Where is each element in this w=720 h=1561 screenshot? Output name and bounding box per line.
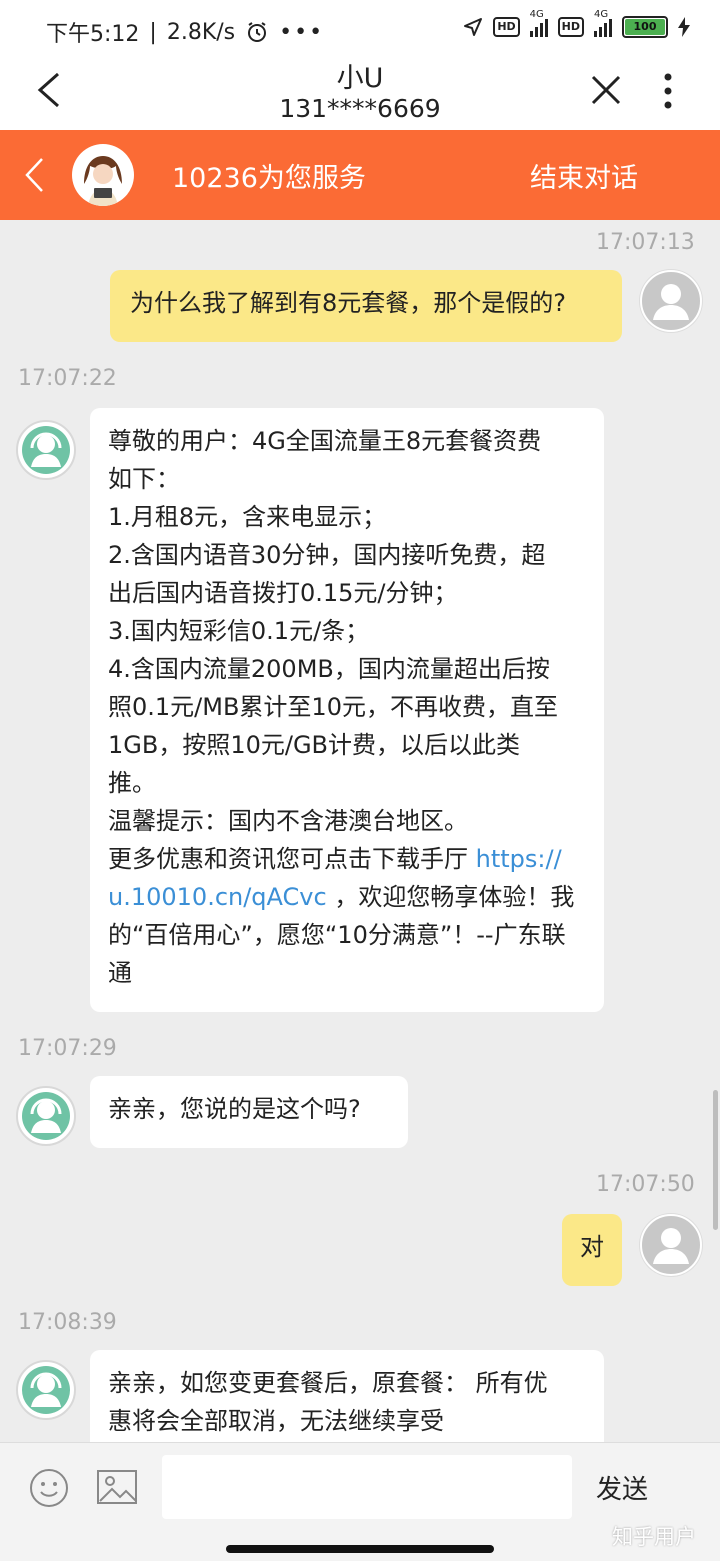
more-notifications-icon: ••• [279, 19, 325, 45]
emoji-icon[interactable] [28, 1467, 70, 1509]
message-line: 2.含国内语音30分钟，国内接听免费，超 [108, 541, 546, 569]
alarm-icon [248, 22, 267, 42]
timestamp: 17:07:29 [18, 1036, 117, 1061]
agent-avatar [16, 1086, 76, 1146]
message-text: 更多优惠和资讯您可点击下载手厅 [108, 845, 476, 873]
timestamp: 17:07:13 [596, 230, 695, 255]
agent-message-bubble: 亲亲，如您变更套餐后，原套餐： 所有优 惠将会全部取消，无法继续享受 [90, 1350, 604, 1442]
image-icon[interactable] [96, 1469, 138, 1505]
agent-avatar [16, 420, 76, 480]
battery-icon: 100 [622, 16, 668, 38]
chat-scrollbar[interactable] [713, 1090, 718, 1230]
home-indicator[interactable] [226, 1545, 494, 1553]
message-line: 如下： [108, 465, 180, 493]
user-silhouette-icon [653, 1228, 689, 1264]
message-line: 推。 [108, 769, 156, 797]
headset-agent-icon [22, 1366, 70, 1414]
service-title: 10236为您服务 [172, 163, 366, 194]
headset-agent-icon [22, 426, 70, 474]
message-line: 惠将会全部取消，无法继续享受 [108, 1407, 444, 1435]
download-link[interactable]: u.10010.cn/qACvc [108, 883, 327, 911]
charging-icon [678, 17, 690, 37]
signal-icon-1: 4G [529, 9, 548, 37]
message-line: 4.含国内流量200MB，国内流量超出后按 [108, 655, 550, 683]
service-bar: 10236为您服务 结束对话 [0, 130, 720, 220]
timestamp: 17:07:22 [18, 366, 117, 391]
message-line: 更多优惠和资讯您可点击下载手厅 https:// [108, 840, 586, 878]
service-agent-avatar [72, 144, 134, 206]
message-line: 尊敬的用户：4G全国流量王8元套餐资费 [108, 427, 542, 455]
end-conversation-button[interactable]: 结束对话 [530, 156, 638, 195]
hd-badge-2: HD [557, 17, 584, 37]
status-left: 下午5:12 | 2.8K/s ••• [46, 16, 324, 48]
close-icon[interactable] [590, 74, 622, 106]
user-avatar [640, 1214, 702, 1276]
hd-badge-1: HD [493, 17, 520, 37]
more-vertical-icon[interactable] [662, 72, 674, 110]
download-link[interactable]: https:// [476, 845, 562, 873]
watermark: 知乎用户 [612, 1525, 696, 1549]
status-speed: 2.8K/s [166, 19, 236, 45]
my-message-bubble: 为什么我了解到有8元套餐，那个是假的? [110, 270, 622, 342]
message-input[interactable] [162, 1455, 572, 1519]
message-line: 温馨提示：国内不含港澳台地区。 [108, 807, 468, 835]
message-line: 通 [108, 959, 132, 987]
message-line: 照0.1元/MB累计至10元，不再收费，直至 [108, 693, 558, 721]
user-silhouette-icon [653, 284, 689, 320]
message-text: ，欢迎您畅享体验！我 [326, 883, 575, 911]
message-line: 亲亲，如您变更套餐后，原套餐： 所有优 [108, 1369, 548, 1397]
status-time: 下午5:12 [46, 22, 140, 47]
message-line: 1.月租8元，含来电显示； [108, 503, 387, 531]
battery-level: 100 [625, 19, 665, 35]
title-bar: 小U 131****6669 [0, 62, 720, 130]
message-line: 3.国内短彩信0.1元/条； [108, 617, 370, 645]
service-back-icon[interactable] [22, 156, 46, 194]
user-avatar [640, 270, 702, 332]
agent-portrait-icon [73, 145, 133, 206]
send-button[interactable]: 发送 [596, 1469, 648, 1506]
headset-agent-icon [22, 1092, 70, 1140]
my-message-bubble: 对 [562, 1214, 622, 1286]
message-line: 出后国内语音拨打0.15元/分钟； [108, 579, 458, 607]
location-icon [464, 18, 483, 36]
status-right: HD 4G HD 4G 100 [463, 9, 690, 38]
status-bar: 下午5:12 | 2.8K/s ••• HD 4G HD 4G 100 [0, 0, 720, 62]
message-line: 1GB，按照10元/GB计费，以后以此类 [108, 731, 521, 759]
status-divider: | [149, 19, 157, 45]
input-bar: 发送 知乎用户 [0, 1442, 720, 1561]
message-line: 的“百倍用心”，愿您“10分满意”！--广东联 [108, 921, 566, 949]
signal-icon-2: 4G [594, 9, 612, 37]
timestamp: 17:08:39 [18, 1310, 117, 1335]
agent-message-bubble: 尊敬的用户：4G全国流量王8元套餐资费 如下： 1.月租8元，含来电显示； 2.… [90, 408, 604, 1012]
message-line: u.10010.cn/qACvc ，欢迎您畅享体验！我 [108, 878, 586, 916]
chat-area[interactable]: 17:07:13 为什么我了解到有8元套餐，那个是假的? 17:07:22 尊敬… [0, 220, 720, 1442]
agent-avatar [16, 1360, 76, 1420]
timestamp: 17:07:50 [596, 1172, 695, 1197]
agent-message-bubble: 亲亲，您说的是这个吗? [90, 1076, 408, 1148]
